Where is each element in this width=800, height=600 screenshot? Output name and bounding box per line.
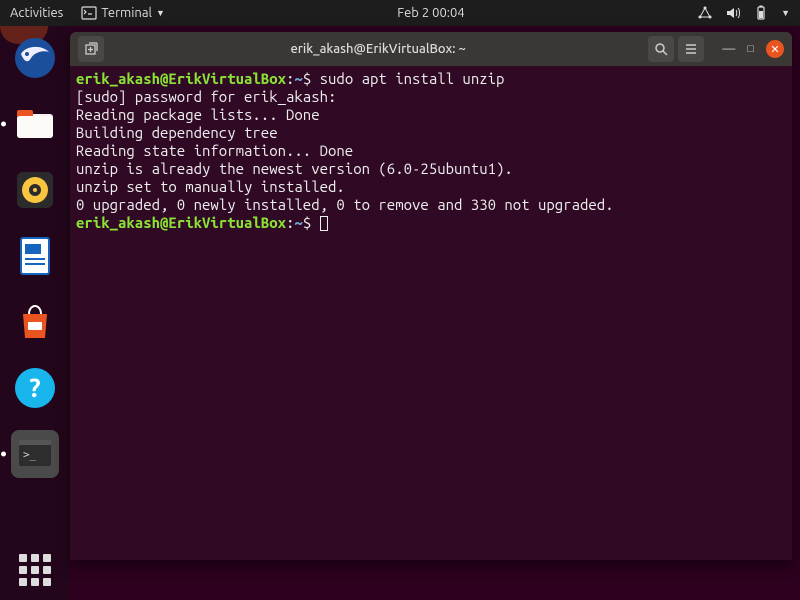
folder-icon	[13, 102, 57, 146]
dock-terminal[interactable]: >_	[11, 430, 59, 478]
dock-thunderbird[interactable]	[11, 34, 59, 82]
output-line: [sudo] password for erik_akash:	[76, 88, 336, 105]
svg-text:?: ?	[29, 373, 40, 402]
output-line: Reading state information... Done	[76, 142, 353, 159]
dock-files[interactable]	[11, 100, 59, 148]
help-icon: ?	[13, 366, 57, 410]
terminal-window: erik_akash@ErikVirtualBox: ~ — □ ✕ erik_…	[70, 32, 792, 560]
chevron-down-icon: ▼	[781, 8, 790, 18]
new-tab-icon	[84, 42, 98, 56]
document-icon	[13, 234, 57, 278]
speaker-icon	[13, 168, 57, 212]
app-menu-label: Terminal	[101, 6, 152, 20]
window-title: erik_akash@ErikVirtualBox: ~	[108, 42, 648, 56]
terminal-icon	[81, 5, 97, 21]
network-icon	[697, 5, 713, 21]
prompt-user: erik_akash@ErikVirtualBox	[76, 214, 286, 231]
dock: ? >_	[0, 26, 70, 600]
output-line: unzip set to manually installed.	[76, 178, 345, 195]
search-button[interactable]	[648, 36, 674, 62]
command-text: sudo apt install unzip	[311, 70, 504, 87]
close-icon: ✕	[770, 43, 779, 56]
new-tab-button[interactable]	[78, 36, 104, 62]
prompt-path: ~	[294, 70, 302, 87]
show-apps-button[interactable]	[19, 554, 51, 586]
output-line: Reading package lists... Done	[76, 106, 320, 123]
shopping-bag-icon	[13, 300, 57, 344]
minimize-button[interactable]: —	[722, 42, 735, 56]
system-tray[interactable]: ▼	[697, 5, 790, 21]
app-menu-button[interactable]: Terminal ▼	[81, 5, 165, 21]
window-titlebar[interactable]: erik_akash@ErikVirtualBox: ~ — □ ✕	[70, 32, 792, 66]
maximize-button[interactable]: □	[747, 43, 754, 55]
close-button[interactable]: ✕	[766, 40, 784, 58]
svg-text:>_: >_	[23, 448, 37, 461]
clock[interactable]: Feb 2 00:04	[165, 6, 697, 20]
volume-icon	[725, 5, 741, 21]
activities-button[interactable]: Activities	[10, 6, 63, 20]
terminal-output[interactable]: erik_akash@ErikVirtualBox:~$ sudo apt in…	[70, 66, 792, 560]
thunderbird-icon	[13, 36, 57, 80]
search-icon	[654, 42, 668, 56]
prompt-path: ~	[294, 214, 302, 231]
output-line: Building dependency tree	[76, 124, 278, 141]
hamburger-icon	[684, 42, 698, 56]
hamburger-menu-button[interactable]	[678, 36, 704, 62]
output-line: unzip is already the newest version (6.0…	[76, 160, 513, 177]
battery-icon	[753, 5, 769, 21]
dock-libreoffice-writer[interactable]	[11, 232, 59, 280]
cursor	[320, 216, 328, 231]
chevron-down-icon: ▼	[156, 8, 165, 18]
top-bar: Activities Terminal ▼ Feb 2 00:04 ▼	[0, 0, 800, 26]
dock-software[interactable]	[11, 298, 59, 346]
terminal-icon: >_	[15, 434, 55, 474]
output-line: 0 upgraded, 0 newly installed, 0 to remo…	[76, 196, 614, 213]
dock-help[interactable]: ?	[11, 364, 59, 412]
prompt-user: erik_akash@ErikVirtualBox	[76, 70, 286, 87]
dock-rhythmbox[interactable]	[11, 166, 59, 214]
